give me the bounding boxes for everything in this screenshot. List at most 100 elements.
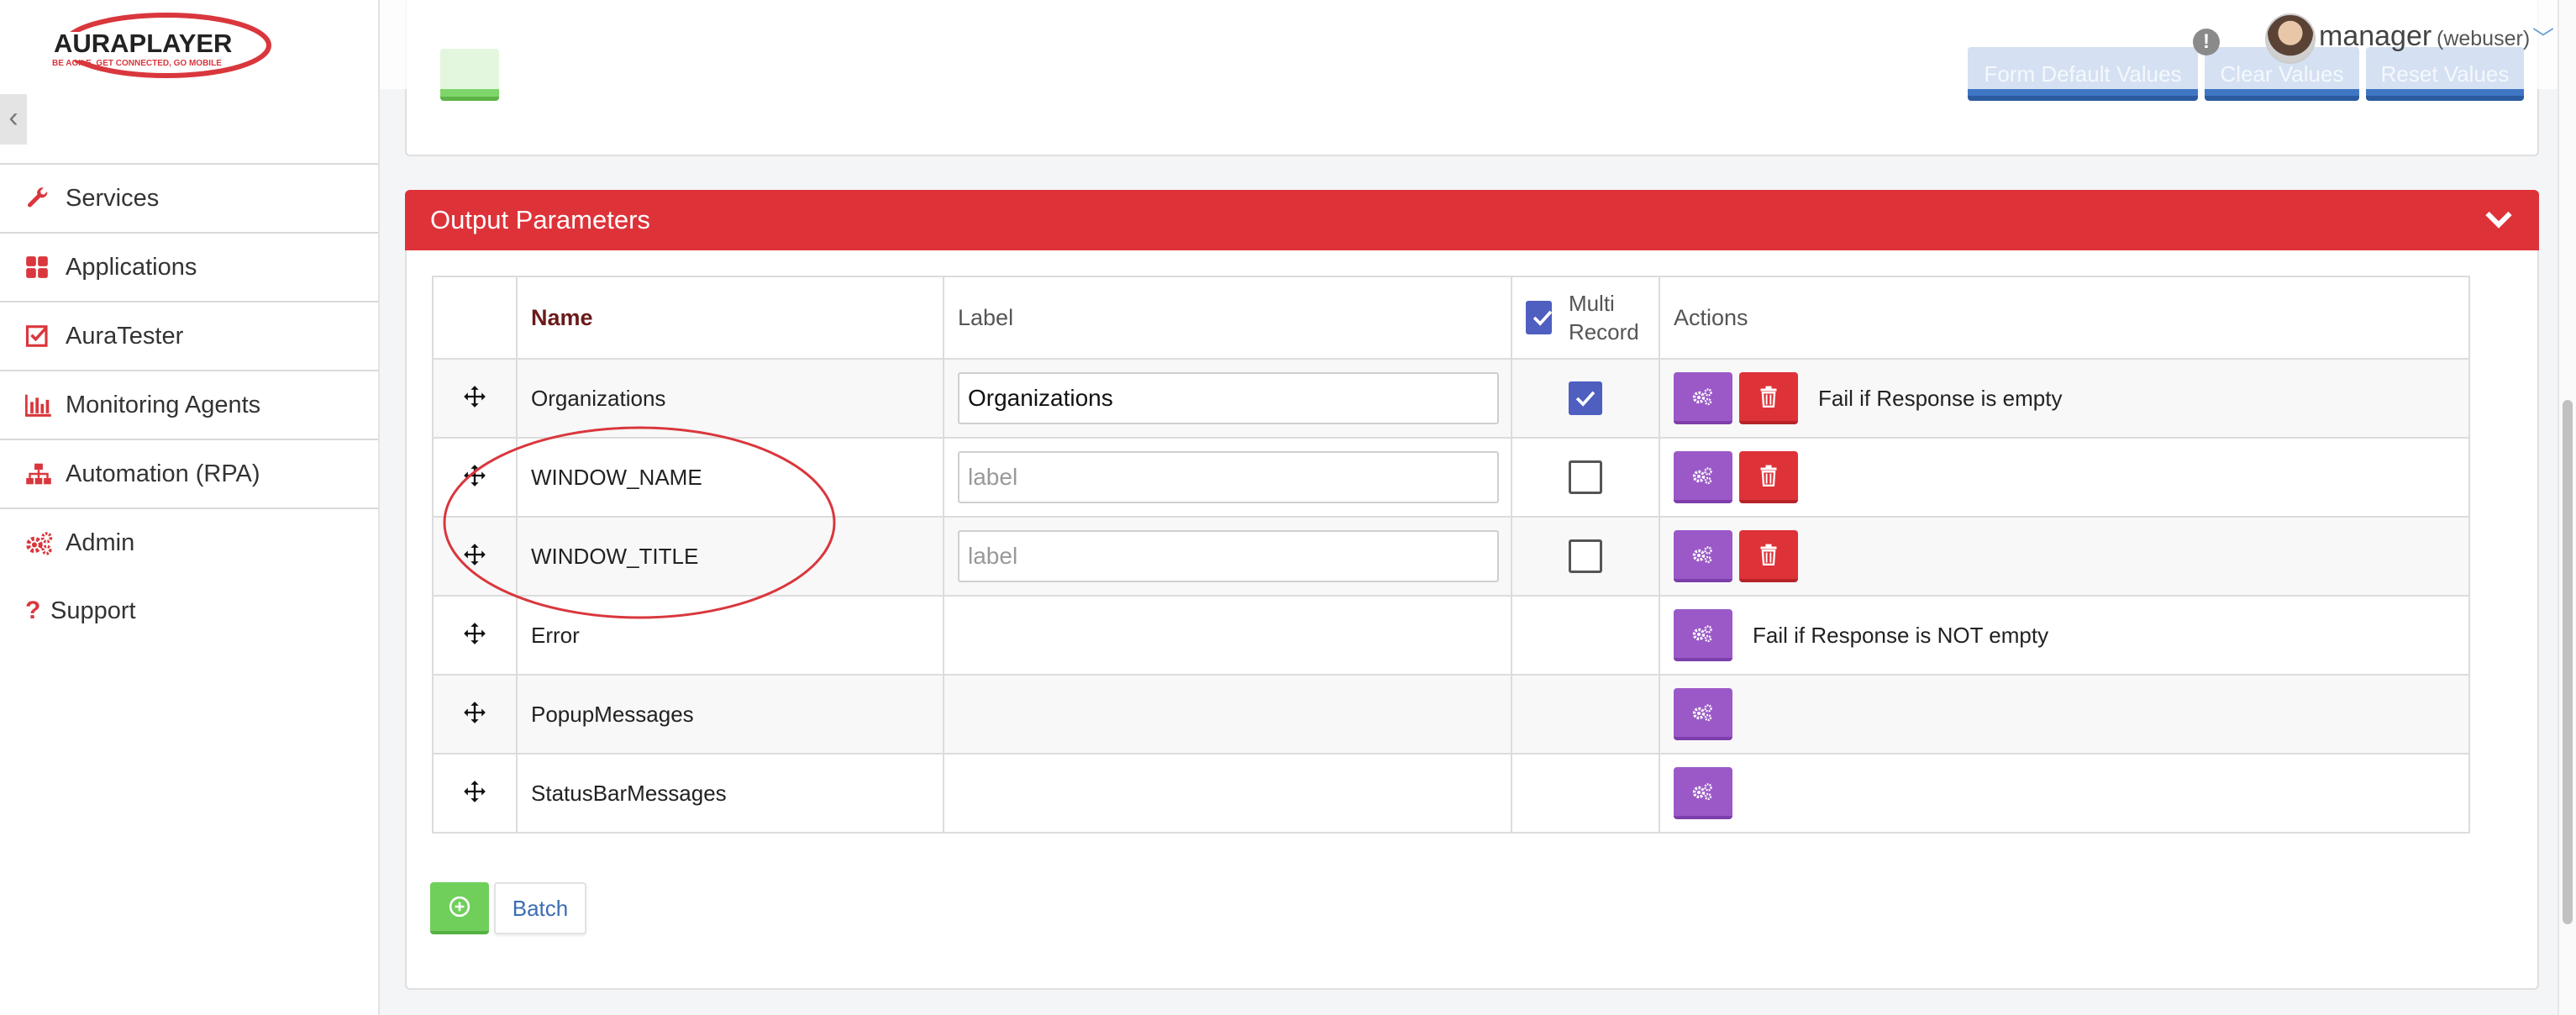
question-icon: ?: [25, 597, 41, 624]
avatar[interactable]: [2265, 13, 2316, 64]
chevron-down-icon[interactable]: [2484, 203, 2514, 234]
param-name: StatusBarMessages: [516, 753, 944, 834]
table-row: PopupMessages: [432, 674, 2470, 755]
label-input[interactable]: [958, 451, 1499, 503]
move-icon: [464, 701, 486, 723]
param-name: Organizations: [516, 358, 944, 439]
label-cell: [943, 595, 1512, 676]
wrench-icon: [25, 184, 59, 213]
drag-column-header: [432, 276, 518, 360]
batch-button[interactable]: Batch: [494, 882, 586, 934]
drag-handle[interactable]: [432, 753, 518, 834]
settings-button[interactable]: [1674, 767, 1732, 819]
output-parameters-table: Name Label Multi Record Actions Organiza…: [432, 276, 2470, 834]
plus-circle-icon: [449, 896, 471, 918]
sidebar-nav: Services Applications AuraTester Monitor…: [0, 163, 378, 645]
sidebar-item-auratester[interactable]: AuraTester: [0, 301, 378, 370]
bar-chart-icon: [25, 391, 59, 419]
multi-record-cell: [1511, 674, 1660, 755]
drag-handle[interactable]: [432, 437, 518, 518]
actions-column-header: Actions: [1659, 276, 2470, 360]
settings-button[interactable]: [1674, 451, 1732, 503]
settings-button[interactable]: [1674, 372, 1732, 424]
gears-icon: [1692, 783, 1712, 801]
table-row: Error Fail if Response is NOT empty: [432, 595, 2470, 676]
move-icon: [464, 385, 486, 408]
grid-icon: [25, 253, 59, 281]
param-name: PopupMessages: [516, 674, 944, 755]
gears-icon: [1692, 625, 1712, 643]
scrollbar-thumb[interactable]: [2563, 400, 2573, 924]
logo-tagline: BE AGILE, GET CONNECTED, GO MOBILE: [52, 59, 222, 68]
multi-record-checkbox[interactable]: [1569, 539, 1602, 573]
gears-icon: [25, 529, 59, 557]
label-cell: [943, 674, 1512, 755]
multi-record-cell: [1511, 753, 1660, 834]
label-column-header: Label: [943, 276, 1512, 360]
multi-record-checkbox[interactable]: [1569, 460, 1602, 494]
drag-handle[interactable]: [432, 674, 518, 755]
label-input[interactable]: [958, 372, 1499, 424]
trash-icon: [1760, 544, 1777, 565]
drag-handle[interactable]: [432, 595, 518, 676]
multi-record-column-header: Multi Record: [1511, 276, 1660, 360]
add-output-button[interactable]: [430, 882, 489, 934]
sidebar-item-services[interactable]: Services: [0, 163, 378, 232]
multi-record-checkbox[interactable]: [1569, 381, 1602, 415]
move-icon: [464, 780, 486, 802]
user-role[interactable]: (webuser): [2437, 27, 2530, 51]
multi-record-cell: [1511, 595, 1660, 676]
table-row: WINDOW_NAME: [432, 437, 2470, 518]
param-name: WINDOW_NAME: [516, 437, 944, 518]
sidebar-item-label: Monitoring Agents: [66, 391, 261, 418]
delete-button[interactable]: [1739, 372, 1798, 424]
panel-title: Output Parameters: [430, 205, 650, 234]
label-input[interactable]: [958, 530, 1499, 582]
name-column-header[interactable]: Name: [516, 276, 944, 360]
sidebar-item-label: Applications: [66, 253, 197, 281]
sidebar-item-label: AuraTester: [66, 322, 184, 350]
gears-icon: [1692, 704, 1712, 722]
logo-text: AURAPLAYER: [54, 29, 232, 58]
sidebar-item-applications[interactable]: Applications: [0, 232, 378, 301]
checkbox-icon: [25, 322, 59, 350]
move-icon: [464, 464, 486, 486]
table-row: Organizations Fail if Response is empty: [432, 358, 2470, 439]
chevron-down-icon[interactable]: ﹀: [2532, 22, 2554, 53]
auraplayer-logo[interactable]: AURAPLAYER BE AGILE, GET CONNECTED, GO M…: [47, 8, 274, 81]
sidebar-item-support[interactable]: ? Support: [0, 576, 378, 645]
table-header-row: Name Label Multi Record Actions: [432, 276, 2470, 360]
sidebar-item-label: Services: [66, 184, 160, 212]
fail-condition-text: Fail if Response is NOT empty: [1753, 622, 2049, 648]
param-name: Error: [516, 595, 944, 676]
drag-handle[interactable]: [432, 516, 518, 597]
output-parameters-header[interactable]: Output Parameters: [405, 190, 2539, 250]
sidebar-item-label: Automation (RPA): [66, 460, 260, 487]
gears-icon: [1692, 388, 1712, 406]
sidebar-collapse-button[interactable]: ‹: [0, 94, 27, 145]
table-row: WINDOW_TITLE: [432, 516, 2470, 597]
table-row: StatusBarMessages: [432, 753, 2470, 834]
user-name[interactable]: manager: [2319, 20, 2431, 53]
settings-button[interactable]: [1674, 688, 1732, 740]
drag-handle[interactable]: [432, 358, 518, 439]
alert-icon[interactable]: !: [2193, 29, 2220, 55]
gears-icon: [1692, 467, 1712, 485]
move-icon: [464, 543, 486, 565]
delete-button[interactable]: [1739, 451, 1798, 503]
settings-button[interactable]: [1674, 609, 1732, 661]
sidebar-item-monitoring-agents[interactable]: Monitoring Agents: [0, 370, 378, 439]
sidebar-item-label: Support: [50, 597, 136, 624]
multi-record-select-all-checkbox[interactable]: [1526, 301, 1553, 334]
sidebar: AURAPLAYER BE AGILE, GET CONNECTED, GO M…: [0, 0, 380, 1015]
sidebar-item-automation-rpa[interactable]: Automation (RPA): [0, 439, 378, 508]
multi-record-label: Multi Record: [1568, 291, 1639, 344]
sidebar-item-admin[interactable]: Admin: [0, 508, 378, 576]
param-name: WINDOW_TITLE: [516, 516, 944, 597]
settings-button[interactable]: [1674, 530, 1732, 582]
trash-icon: [1760, 465, 1777, 486]
delete-button[interactable]: [1739, 530, 1798, 582]
label-cell: [943, 753, 1512, 834]
trash-icon: [1760, 386, 1777, 408]
sitemap-icon: [25, 460, 59, 488]
